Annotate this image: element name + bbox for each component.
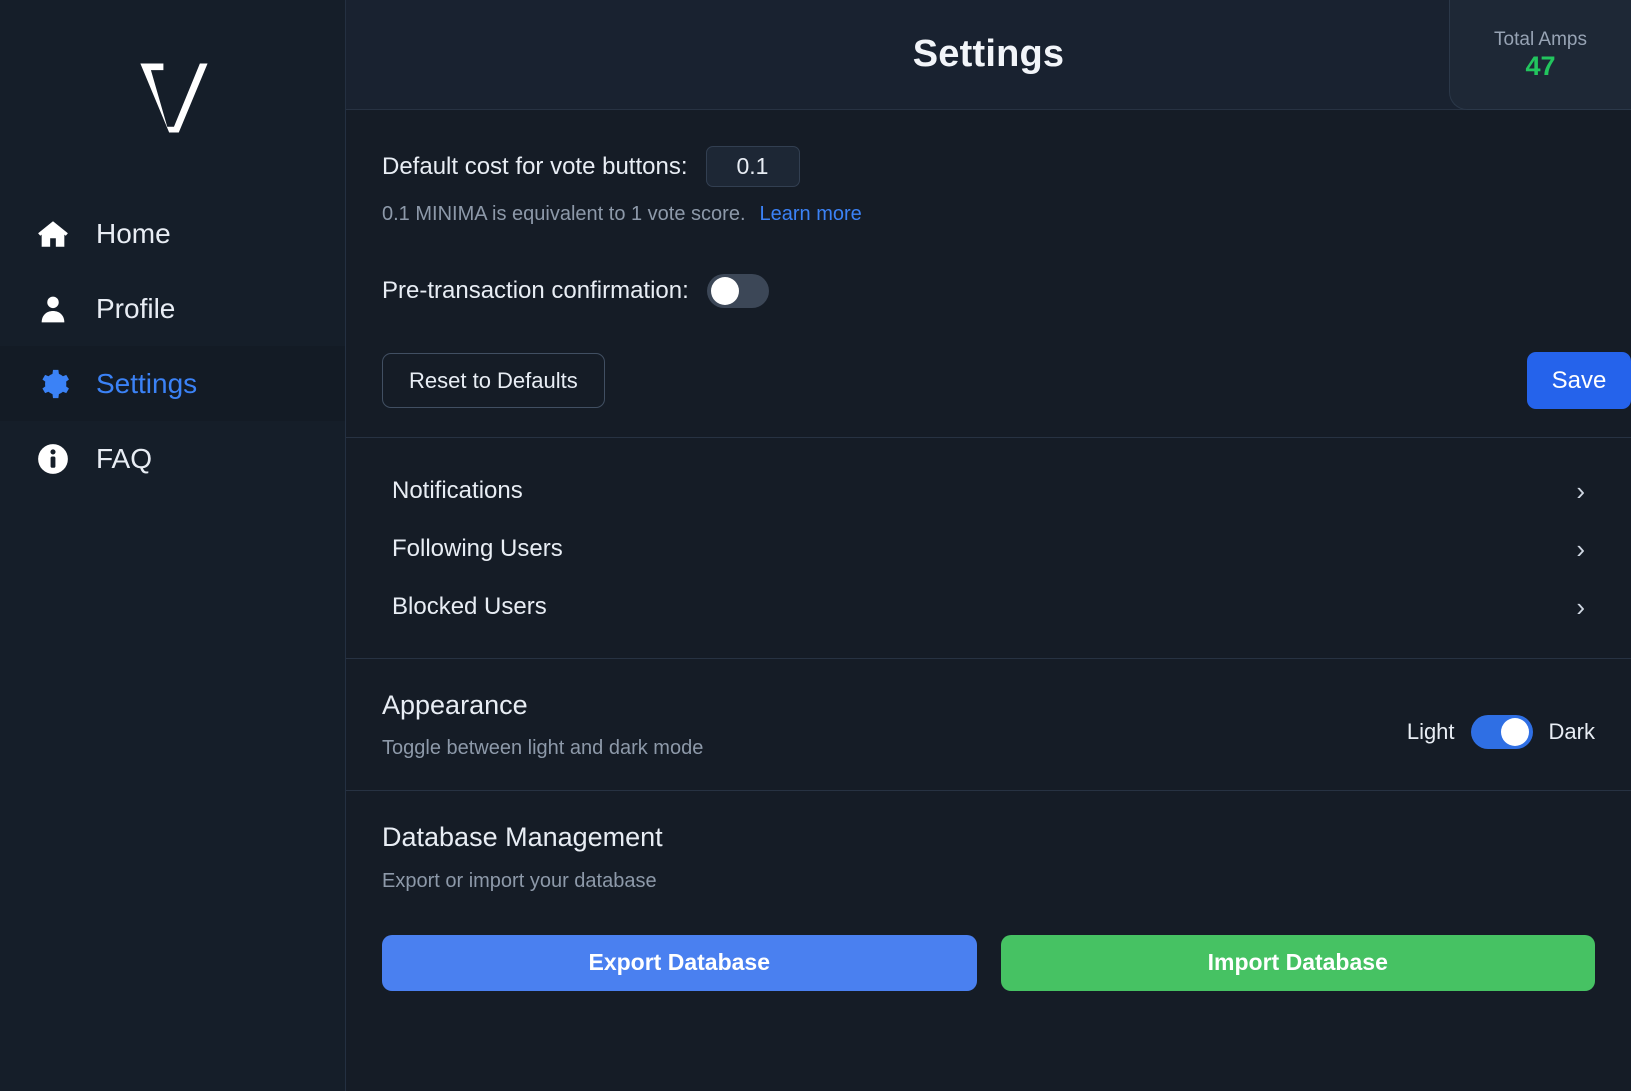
sidebar-item-home[interactable]: Home [0, 196, 345, 271]
sidebar-item-label: Settings [96, 367, 198, 399]
reset-to-defaults-button[interactable]: Reset to Defaults [382, 353, 605, 408]
app-root: Home Profile Settings FAQ Settings Total… [0, 0, 1631, 1091]
theme-dark-label: Dark [1548, 719, 1595, 744]
toggle-knob [1500, 718, 1529, 746]
page-title: Settings [912, 33, 1065, 75]
link-row-label: Notifications [392, 477, 523, 504]
database-actions: Export Database Import Database [382, 934, 1595, 991]
main-panel: Settings Total Amps 47 Default cost for … [346, 0, 1631, 1091]
gear-icon [34, 365, 72, 403]
sidebar-item-label: Profile [96, 292, 176, 324]
default-cost-input[interactable] [705, 146, 800, 187]
chevron-right-icon: › [1576, 476, 1585, 506]
total-amps-label: Total Amps [1494, 28, 1587, 50]
database-section: Database Management Export or import you… [346, 791, 1631, 1020]
navigation-links-section: Notifications › Following Users › Blocke… [346, 438, 1631, 659]
link-row-blocked-users[interactable]: Blocked Users › [382, 578, 1595, 636]
helper-text: 0.1 MINIMA is equivalent to 1 vote score… [382, 203, 746, 225]
database-subtitle: Export or import your database [382, 869, 657, 892]
sidebar: Home Profile Settings FAQ [0, 0, 346, 1091]
sidebar-item-label: Home [96, 217, 171, 249]
link-row-label: Blocked Users [392, 593, 547, 620]
chevron-right-icon: › [1576, 592, 1585, 622]
theme-mode-toggle[interactable] [1470, 715, 1533, 749]
user-icon [34, 290, 72, 328]
appearance-section: Appearance Toggle between light and dark… [346, 659, 1631, 792]
info-icon [34, 440, 72, 478]
pretransaction-row: Pre-transaction confirmation: [382, 274, 1595, 308]
database-title: Database Management [382, 822, 663, 853]
link-row-notifications[interactable]: Notifications › [382, 462, 1595, 520]
appearance-title: Appearance [382, 690, 528, 720]
toggle-knob [710, 277, 739, 305]
theme-light-label: Light [1406, 719, 1455, 744]
total-amps-badge: Total Amps 47 [1449, 0, 1631, 110]
preferences-actions: Reset to Defaults Save [382, 352, 1631, 409]
appearance-text: Appearance Toggle between light and dark… [382, 689, 703, 760]
sidebar-nav: Home Profile Settings FAQ [0, 196, 345, 496]
default-cost-row: Default cost for vote buttons: [382, 146, 1595, 187]
settings-content: Default cost for vote buttons: 0.1 MINIM… [346, 110, 1631, 1091]
appearance-subtitle: Toggle between light and dark mode [382, 737, 704, 760]
sidebar-item-faq[interactable]: FAQ [0, 421, 345, 496]
default-cost-label: Default cost for vote buttons: [382, 152, 688, 180]
import-database-button[interactable]: Import Database [1000, 934, 1595, 991]
total-amps-value: 47 [1525, 50, 1556, 81]
learn-more-link[interactable]: Learn more [760, 203, 862, 226]
sidebar-item-profile[interactable]: Profile [0, 271, 345, 346]
sidebar-item-label: FAQ [96, 442, 153, 474]
sidebar-item-settings[interactable]: Settings [0, 346, 345, 421]
pretransaction-label: Pre-transaction confirmation: [382, 277, 689, 304]
home-icon [34, 215, 72, 253]
preferences-section: Default cost for vote buttons: 0.1 MINIM… [346, 110, 1631, 438]
save-button[interactable]: Save [1527, 352, 1631, 409]
chevron-right-icon: › [1576, 534, 1585, 564]
link-row-label: Following Users [392, 535, 563, 562]
default-cost-helper: 0.1 MINIMA is equivalent to 1 vote score… [382, 203, 1595, 226]
theme-toggle-group: Light Dark [1407, 715, 1595, 749]
link-row-following-users[interactable]: Following Users › [382, 520, 1595, 578]
pretransaction-toggle[interactable] [706, 274, 769, 308]
page-header: Settings Total Amps 47 [346, 0, 1631, 110]
app-logo[interactable] [0, 0, 345, 196]
export-database-button[interactable]: Export Database [382, 934, 977, 991]
logo-v-icon [139, 63, 208, 133]
